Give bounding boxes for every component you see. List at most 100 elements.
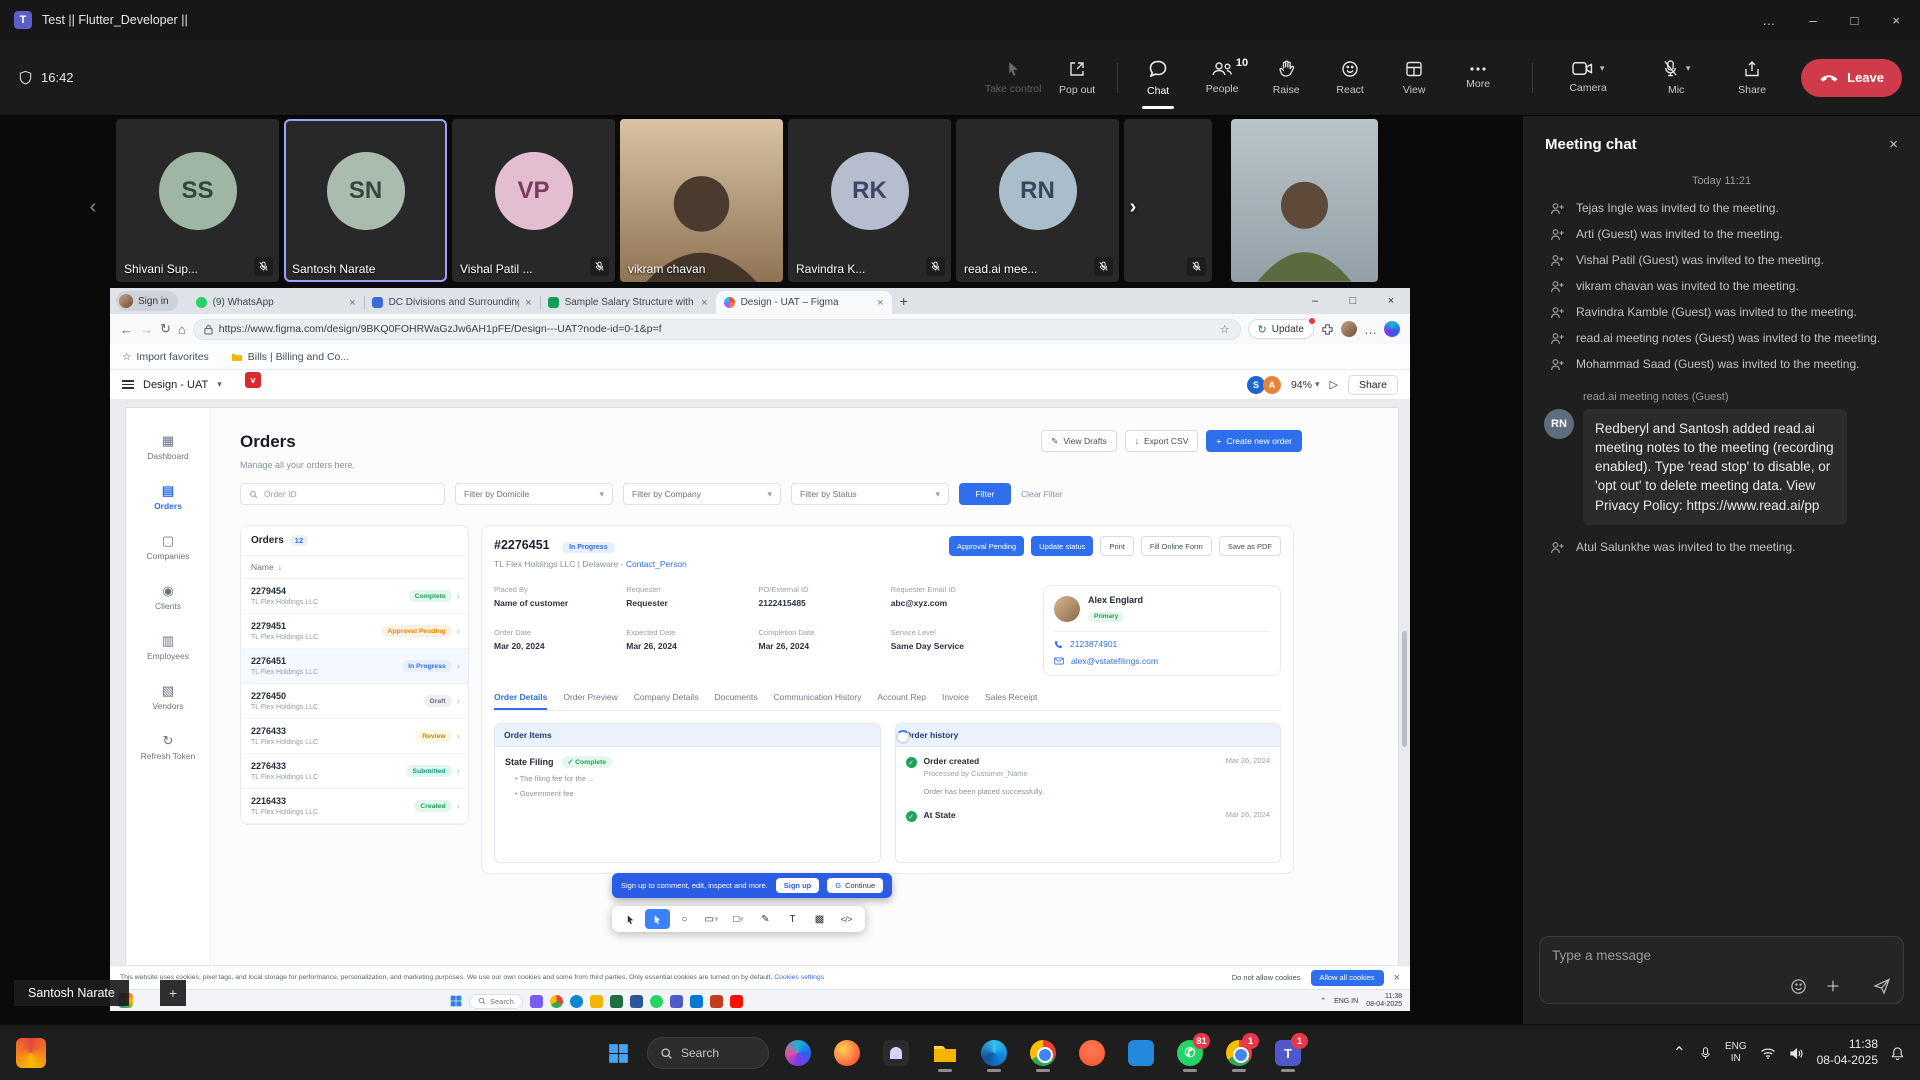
mic-button[interactable]: ▾ Mic	[1635, 40, 1717, 116]
tab-company-details[interactable]: Company Details	[634, 692, 699, 710]
move-tool-icon[interactable]	[618, 909, 643, 929]
widgets-weather-icon[interactable]	[16, 1038, 46, 1068]
attach-plus-icon[interactable]	[1825, 978, 1841, 994]
view-button[interactable]: View	[1382, 40, 1446, 116]
language-indicator[interactable]: ENG IN	[1725, 1041, 1747, 1066]
tab-invoice[interactable]: Invoice	[942, 692, 969, 710]
tab-account-rep[interactable]: Account Rep	[877, 692, 926, 710]
mic-dropdown-icon[interactable]: ▾	[1686, 63, 1691, 74]
contact-phone[interactable]: 2123874901	[1054, 639, 1270, 649]
sidebar-item-employees[interactable]: ▥ Employees	[147, 634, 189, 661]
order-row-selected[interactable]: 2276451TL Flex Holdings LLC In Progress …	[241, 649, 468, 684]
taskbar-clock[interactable]: 11:38 08-04-2025	[1817, 1037, 1878, 1068]
figma-sign-up-button[interactable]: Sign up	[776, 878, 820, 893]
filter-status-select[interactable]: Filter by Status▾	[791, 483, 949, 505]
doc-title-dropdown-icon[interactable]: ▾	[217, 379, 222, 390]
notification-bell-icon[interactable]	[1891, 1046, 1904, 1061]
print-button[interactable]: Print	[1100, 536, 1133, 556]
language-indicator[interactable]: ENG IN	[1334, 998, 1358, 1005]
sidebar-item-companies[interactable]: ▢ Companies	[147, 534, 190, 561]
participant-tile-video[interactable]: vikram chavan	[620, 119, 783, 282]
pin-presenter-icon[interactable]: +	[160, 980, 186, 1006]
whatsapp-app-icon[interactable]: ✆81	[1170, 1033, 1210, 1073]
filter-domicile-select[interactable]: Filter by Domicile▾	[455, 483, 613, 505]
clear-filter-button[interactable]: Clear Filter	[1021, 489, 1063, 499]
app-icon[interactable]	[530, 995, 543, 1008]
figma-menu-icon[interactable]	[122, 380, 134, 389]
tab-close-icon[interactable]: ×	[349, 297, 355, 309]
frame-tool-icon[interactable]: ▭▾	[699, 909, 724, 929]
favorite-star-icon[interactable]: ☆	[1220, 323, 1230, 336]
participant-tile-active-speaker[interactable]: SN Santosh Narate	[284, 119, 447, 282]
tray-mic-icon[interactable]	[1699, 1046, 1712, 1061]
google-continue-button[interactable]: GContinue	[827, 878, 883, 893]
participant-tile[interactable]: RK Ravindra K...	[788, 119, 951, 282]
brave-app-icon[interactable]	[1072, 1033, 1112, 1073]
sidebar-item-refresh-token[interactable]: ↻ Refresh Token	[141, 734, 196, 761]
tray-chevron-icon[interactable]: ⌃	[1320, 997, 1326, 1005]
outlook-icon[interactable]	[690, 995, 703, 1008]
order-row[interactable]: 2276433TL Flex Holdings LLC Submitted ›	[241, 754, 468, 789]
extensions-icon[interactable]	[1321, 323, 1334, 336]
teams-icon[interactable]	[670, 995, 683, 1008]
filter-company-select[interactable]: Filter by Company▾	[623, 483, 781, 505]
browser-tab-figma-active[interactable]: Design - UAT – Figma ×	[716, 291, 892, 314]
take-control-button[interactable]: Take control	[981, 40, 1045, 116]
search-pill[interactable]: Search	[469, 994, 523, 1009]
file-explorer-icon[interactable]	[590, 995, 603, 1008]
browser-update-button[interactable]: ↻ Update	[1248, 319, 1314, 339]
tab-close-icon[interactable]: ×	[525, 297, 531, 309]
minimize-button[interactable]: –	[1809, 13, 1816, 28]
clock[interactable]: 11:38 08-04-2025	[1366, 993, 1402, 1010]
hand-tool-icon-selected[interactable]	[645, 909, 670, 929]
comment-tool-icon[interactable]: ▩	[807, 909, 832, 929]
strip-previous-icon[interactable]: ‹	[80, 194, 106, 220]
sidebar-item-dashboard[interactable]: ▦ Dashboard	[147, 434, 189, 461]
phantom-app-icon[interactable]	[876, 1033, 916, 1073]
browser-profile-button[interactable]: Sign in	[116, 291, 178, 311]
chat-button[interactable]: Chat	[1126, 40, 1190, 116]
export-csv-button[interactable]: ↓Export CSV	[1125, 430, 1199, 452]
react-button[interactable]: React	[1318, 40, 1382, 116]
sidebar-item-vendors[interactable]: ▧ Vendors	[152, 684, 183, 711]
order-row[interactable]: 2216433TL Flex Holdings LLC Created ›	[241, 789, 468, 824]
allow-cookies-button[interactable]: Allow all cookies	[1311, 970, 1384, 986]
fill-online-form-button[interactable]: Fill Online Form	[1141, 536, 1212, 556]
message-input[interactable]	[1552, 948, 1891, 963]
refresh-icon[interactable]: ↻	[160, 321, 171, 337]
address-bar[interactable]: https://www.figma.com/design/9BKQ0FOHRWa…	[193, 319, 1241, 340]
order-row[interactable]: 2279454TL Flex Holdings LLC Complete ›	[241, 579, 468, 614]
teams-app-icon[interactable]: T1	[1268, 1033, 1308, 1073]
deny-cookies-button[interactable]: Do not allow cookies	[1232, 973, 1301, 982]
page-scrollbar-thumb[interactable]	[1402, 631, 1407, 747]
home-icon[interactable]: ⌂	[178, 322, 186, 337]
acrobat-icon[interactable]	[730, 995, 743, 1008]
people-button[interactable]: People 10	[1190, 40, 1254, 116]
start-icon[interactable]	[450, 995, 462, 1007]
volume-icon[interactable]	[1789, 1047, 1804, 1060]
browser-maximize-button[interactable]: □	[1334, 288, 1372, 314]
strip-next-icon[interactable]: ›	[1120, 194, 1146, 220]
start-button[interactable]	[598, 1033, 638, 1073]
dev-tool-app-icon[interactable]	[1121, 1033, 1161, 1073]
send-icon[interactable]	[1873, 977, 1891, 995]
update-status-button[interactable]: Update status	[1031, 536, 1093, 556]
edge-icon[interactable]	[570, 995, 583, 1008]
chrome-app-icon[interactable]	[1023, 1033, 1063, 1073]
participant-tile[interactable]: SS Shivani Sup...	[116, 119, 279, 282]
more-button[interactable]: More	[1446, 40, 1510, 116]
tab-order-details[interactable]: Order Details	[494, 692, 547, 710]
sidebar-item-clients[interactable]: ◉ Clients	[155, 584, 181, 611]
taskbar-search[interactable]: Search	[647, 1037, 769, 1069]
tab-sales-receipt[interactable]: Sales Receipt	[985, 692, 1037, 710]
view-drafts-button[interactable]: ✎View Drafts	[1041, 430, 1116, 452]
contact-email[interactable]: alex@vstatefilings.com	[1054, 656, 1270, 666]
settings-more-icon[interactable]: …	[1364, 322, 1377, 337]
region-tool-icon[interactable]: ○	[672, 909, 697, 929]
create-new-order-button[interactable]: +Create new order	[1206, 430, 1302, 452]
participant-tile[interactable]: VP Vishal Patil ...	[452, 119, 615, 282]
browser-minimize-button[interactable]: –	[1296, 288, 1334, 314]
order-row[interactable]: 2276450TL Flex Holdings LLC Draft ›	[241, 684, 468, 719]
sort-icon[interactable]: ↓	[278, 562, 282, 572]
whatsapp-icon[interactable]	[650, 995, 663, 1008]
